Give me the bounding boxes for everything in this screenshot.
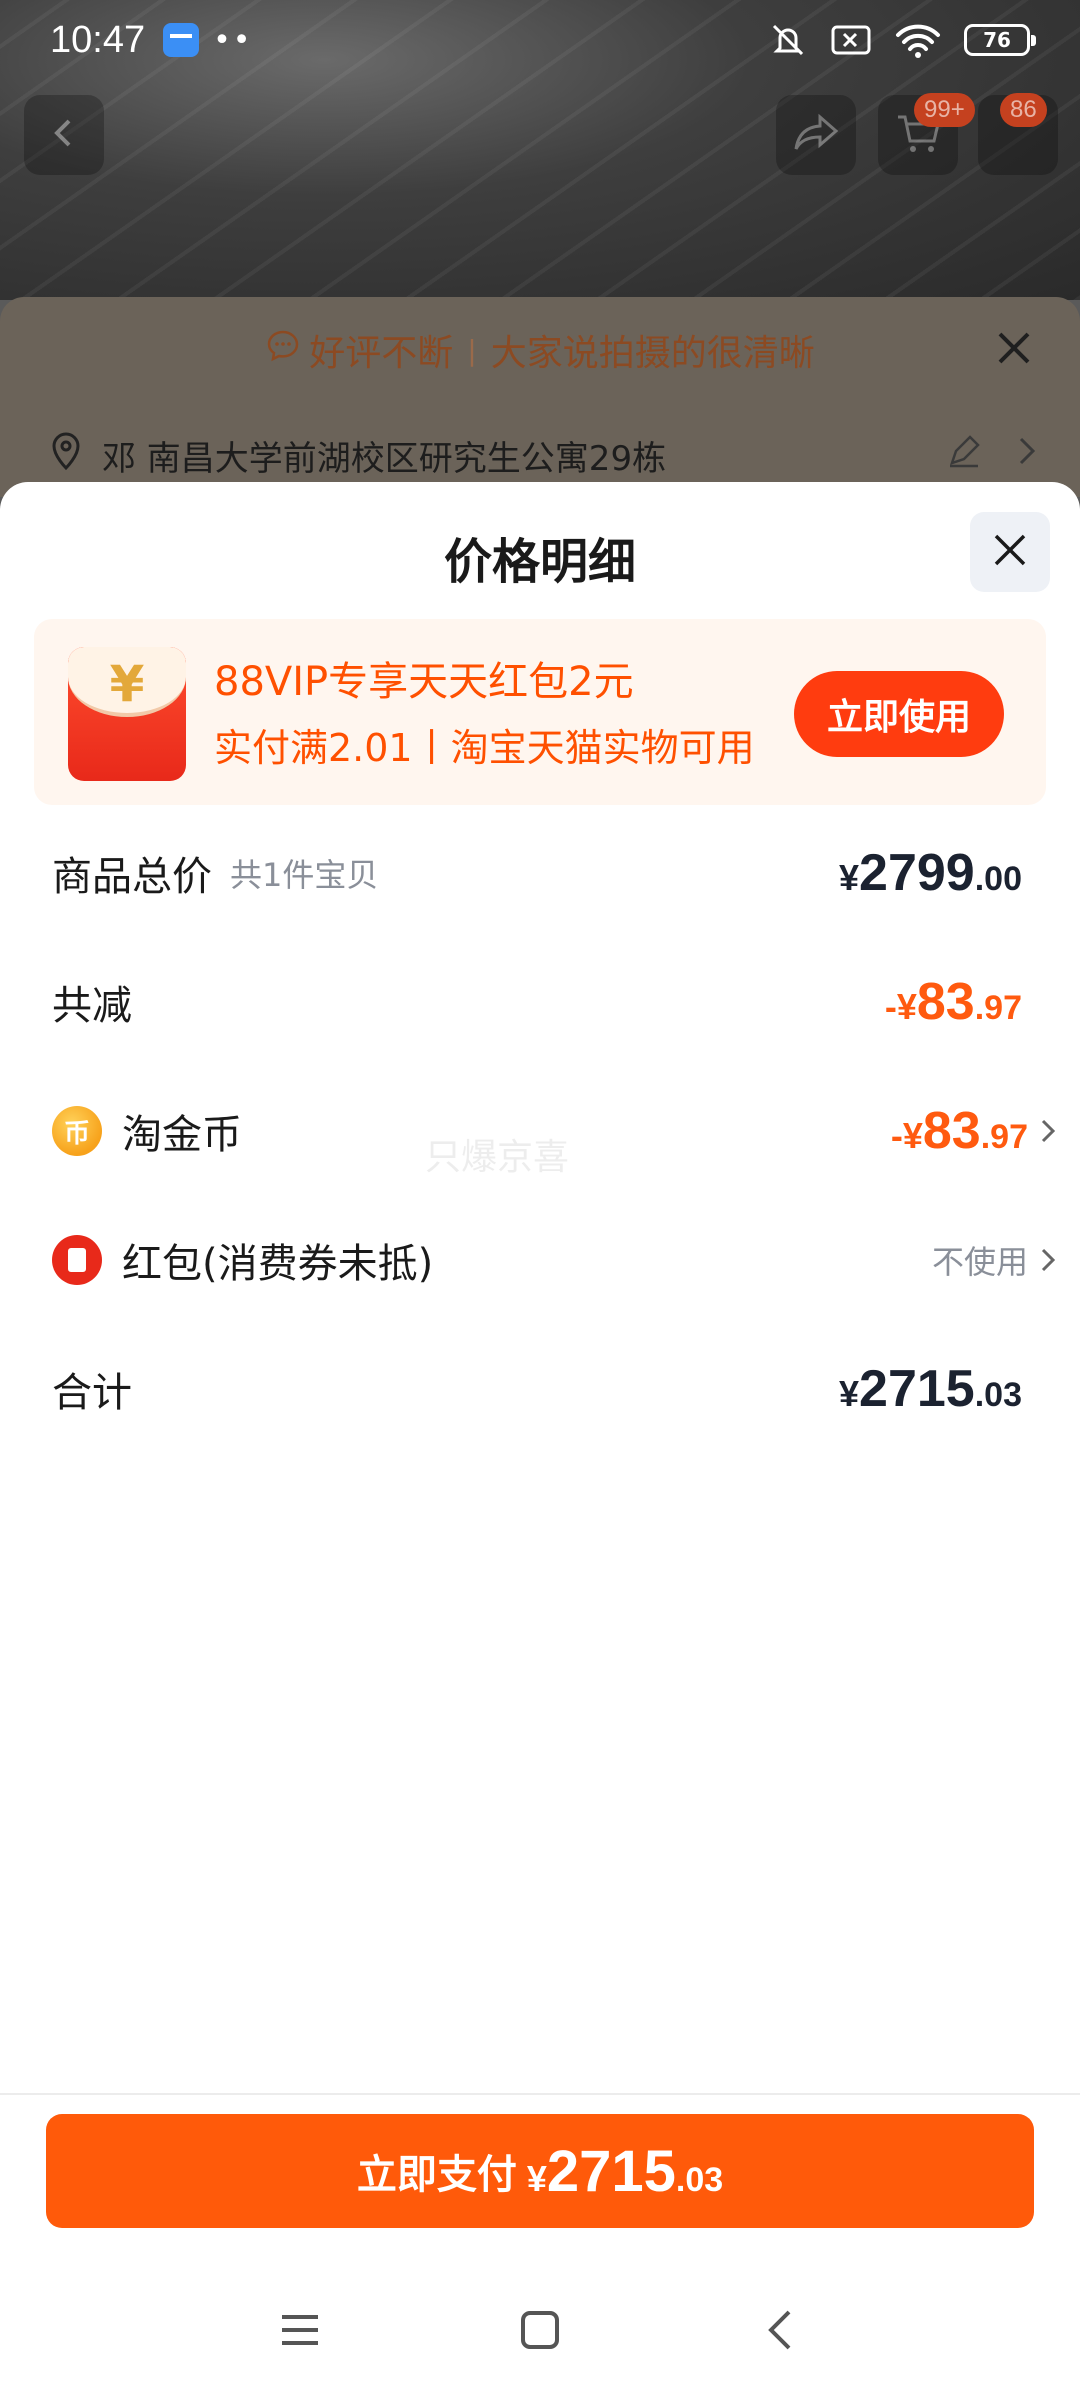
taojinbi-label: 淘金币 <box>122 1112 242 1158</box>
goods-count-label: 共1件宝贝 <box>230 856 379 894</box>
pay-now-button[interactable]: 立即支付 ¥ 2715 .03 <box>46 2114 1034 2228</box>
product-top-nav: 99+ 86 <box>0 93 1080 185</box>
vip-offer-title: 88VIP专享天天红包2元 <box>214 659 634 705</box>
promo-separator: | <box>467 333 477 367</box>
back-nav-icon[interactable] <box>745 2295 815 2365</box>
mute-icon <box>768 20 808 60</box>
home-icon[interactable] <box>505 2295 575 2365</box>
pay-now-label: 立即支付 <box>356 2152 517 2198</box>
chevron-right-icon <box>1038 1245 1058 1275</box>
message-count-badge: 86 <box>1000 93 1047 127</box>
review-promo-strip: 好评不断 | 大家说拍摄的很清晰 <box>0 310 1080 390</box>
bottom-divider <box>0 2093 1080 2095</box>
chat-bubble-icon <box>265 328 301 373</box>
coin-icon: 币 <box>52 1106 102 1156</box>
address-text: 邓 南昌大学前湖校区研究生公寓29栋 <box>102 438 667 479</box>
sum-label: 合计 <box>52 1370 132 1416</box>
location-pin-icon <box>48 431 84 480</box>
goods-total-label: 商品总价 <box>52 854 212 900</box>
status-bar: 10:47 •• 76 <box>0 0 1080 80</box>
total-reduction-label: 共减 <box>52 983 132 1029</box>
notification-dots: •• <box>213 22 253 58</box>
back-icon <box>47 116 81 154</box>
battery-indicator: 76 <box>964 24 1036 56</box>
vip-offer-condition: 实付满2.01丨淘宝天猫实物可用 <box>214 726 755 770</box>
sim-off-icon <box>830 22 872 58</box>
goods-total-amount: ¥ 2799 .00 <box>839 844 1022 902</box>
use-now-button[interactable]: 立即使用 <box>794 671 1004 757</box>
total-reduction-row: 共减 -¥ 83 .97 <box>52 967 1022 1037</box>
red-envelope-icon: ¥ <box>68 647 186 781</box>
chevron-right-icon <box>1038 1116 1058 1146</box>
share-icon <box>792 113 840 157</box>
sheet-title: 价格明细 <box>443 534 636 590</box>
sum-row: 合计 ¥ 2715 .03 <box>52 1354 1022 1424</box>
cart-count-badge: 99+ <box>914 93 975 127</box>
cart-button[interactable]: 99+ <box>878 93 975 175</box>
red-packet-label: 红包(消费券未抵) <box>122 1241 434 1287</box>
red-packet-row[interactable]: 红包(消费券未抵) 不使用 <box>52 1225 1056 1295</box>
close-icon[interactable] <box>992 326 1036 379</box>
goods-total-row: 商品总价 共1件宝贝 ¥ 2799 .00 <box>52 838 1022 908</box>
status-time: 10:47 <box>50 18 146 61</box>
price-detail-sheet: 价格明细 ¥ 88VIP专享天天红包2元 实付满2.01丨淘宝天猫实物可用 立即… <box>0 482 1080 2400</box>
system-navigation-bar <box>0 2280 1080 2380</box>
red-packet-icon <box>52 1235 102 1285</box>
more-button[interactable]: 86 <box>978 93 1058 175</box>
share-button[interactable] <box>776 95 856 175</box>
edit-icon <box>946 433 982 478</box>
menu-icon[interactable] <box>265 2295 335 2365</box>
vip-red-packet-banner: ¥ 88VIP专享天天红包2元 实付满2.01丨淘宝天猫实物可用 立即使用 <box>34 619 1046 805</box>
wifi-icon <box>894 21 942 59</box>
taojinbi-amount: -¥ 83 .97 <box>890 1102 1028 1160</box>
promo-left-text: 好评不断 <box>309 333 454 374</box>
pay-now-amount: ¥ 2715 .03 <box>526 2138 724 2204</box>
back-button[interactable] <box>24 95 104 175</box>
close-icon <box>990 530 1030 574</box>
total-reduction-amount: -¥ 83 .97 <box>884 973 1022 1031</box>
sum-amount: ¥ 2715 .03 <box>839 1360 1022 1418</box>
chevron-right-icon <box>1016 435 1038 476</box>
address-row: 邓 南昌大学前湖校区研究生公寓29栋 <box>48 425 1038 485</box>
sheet-close-button[interactable] <box>970 512 1050 592</box>
red-packet-value: 不使用 <box>931 1243 1028 1281</box>
notification-app-icon <box>163 23 200 57</box>
watermark-text: 只爆京喜 <box>425 1137 570 1178</box>
promo-right-text: 大家说拍摄的很清晰 <box>490 333 815 374</box>
